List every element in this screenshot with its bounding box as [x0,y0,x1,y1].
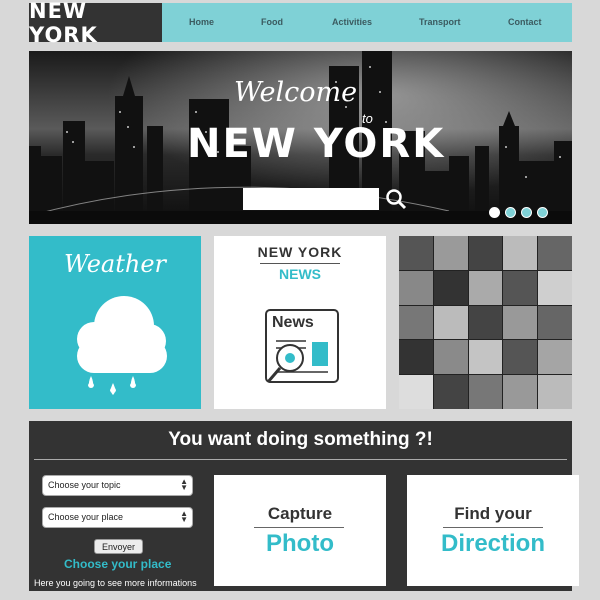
nav-home[interactable]: Home [189,17,214,27]
hero-title: NEW YORK [187,121,446,167]
nav-contact[interactable]: Contact [508,17,542,27]
photo-tile [538,305,572,340]
card-divider [254,527,344,528]
main-nav: Home Food Activities Transport Contact [162,3,572,42]
select-arrows-icon: ▲ ▼ [180,509,188,524]
logo-text: NEW YORK [29,0,98,47]
activities-divider [34,459,567,460]
find-direction-card[interactable]: Find your Direction [407,475,579,586]
photo-tile [433,340,468,375]
search-icon[interactable] [385,188,407,210]
photo-tile [538,270,572,305]
photo-tile [399,340,433,375]
hero-welcome: Welcome [234,77,358,108]
hero-banner: Welcome to NEW YORK [29,51,572,224]
nav-food[interactable]: Food [261,17,283,27]
photo-tile [399,270,433,305]
capture-card-top: Capture [267,504,333,523]
photo-tile [433,375,468,409]
photo-tile [538,375,572,409]
nav-transport[interactable]: Transport [419,17,461,27]
activities-section: You want doing something ?! Choose your … [29,421,579,591]
select-arrows-icon: ▲ ▼ [180,477,188,492]
slide-dot-2[interactable] [505,207,516,218]
photo-tile [503,270,538,305]
topic-select-value: Choose your topic [48,480,121,490]
photo-tile [503,305,538,340]
photo-tile [433,236,468,270]
direction-card-bottom: Direction [440,530,545,557]
logo[interactable]: NEW YORK [29,0,162,47]
slide-dots [489,207,548,218]
slide-dot-1[interactable] [489,207,500,218]
slide-dot-4[interactable] [537,207,548,218]
photo-tile [468,340,503,375]
photo-tile [503,375,538,409]
photo-tile [538,236,572,270]
news-icon-label: News [272,314,314,331]
weather-panel[interactable]: Weather [29,236,201,409]
photo-tile [433,305,468,340]
hero-search-input[interactable] [243,188,379,210]
info-text: Here you going to see more informations [34,578,197,588]
photo-tile [538,340,572,375]
capture-photo-card[interactable]: Capture Photo [214,475,386,586]
photo-tile [503,236,538,270]
news-panel[interactable]: NEW YORK NEWS News [214,236,386,409]
place-select[interactable]: Choose your place ▲ ▼ [42,507,193,528]
nav-activities[interactable]: Activities [332,17,372,27]
topic-select[interactable]: Choose your topic ▲ ▼ [42,475,193,496]
photo-tile [503,340,538,375]
rain-cloud-icon [77,296,167,395]
activities-title: You want doing something ?! [168,429,433,450]
photo-tile [468,236,503,270]
photo-tile [468,375,503,409]
place-select-value: Choose your place [48,512,124,522]
photo-tile [399,236,433,270]
photo-tile [433,270,468,305]
slide-dot-3[interactable] [521,207,532,218]
card-divider [443,527,543,528]
send-button[interactable]: Envoyer [94,539,143,554]
photo-tile [399,375,433,409]
photo-tile [468,270,503,305]
capture-card-bottom: Photo [266,530,334,557]
photo-tile [399,305,433,340]
choose-place-link[interactable]: Choose your place [64,557,171,571]
top-bar: NEW YORK Home Food Activities Transport … [29,0,572,47]
photo-collage[interactable] [399,236,572,409]
direction-card-top: Find your [454,504,532,523]
photo-tile [468,305,503,340]
